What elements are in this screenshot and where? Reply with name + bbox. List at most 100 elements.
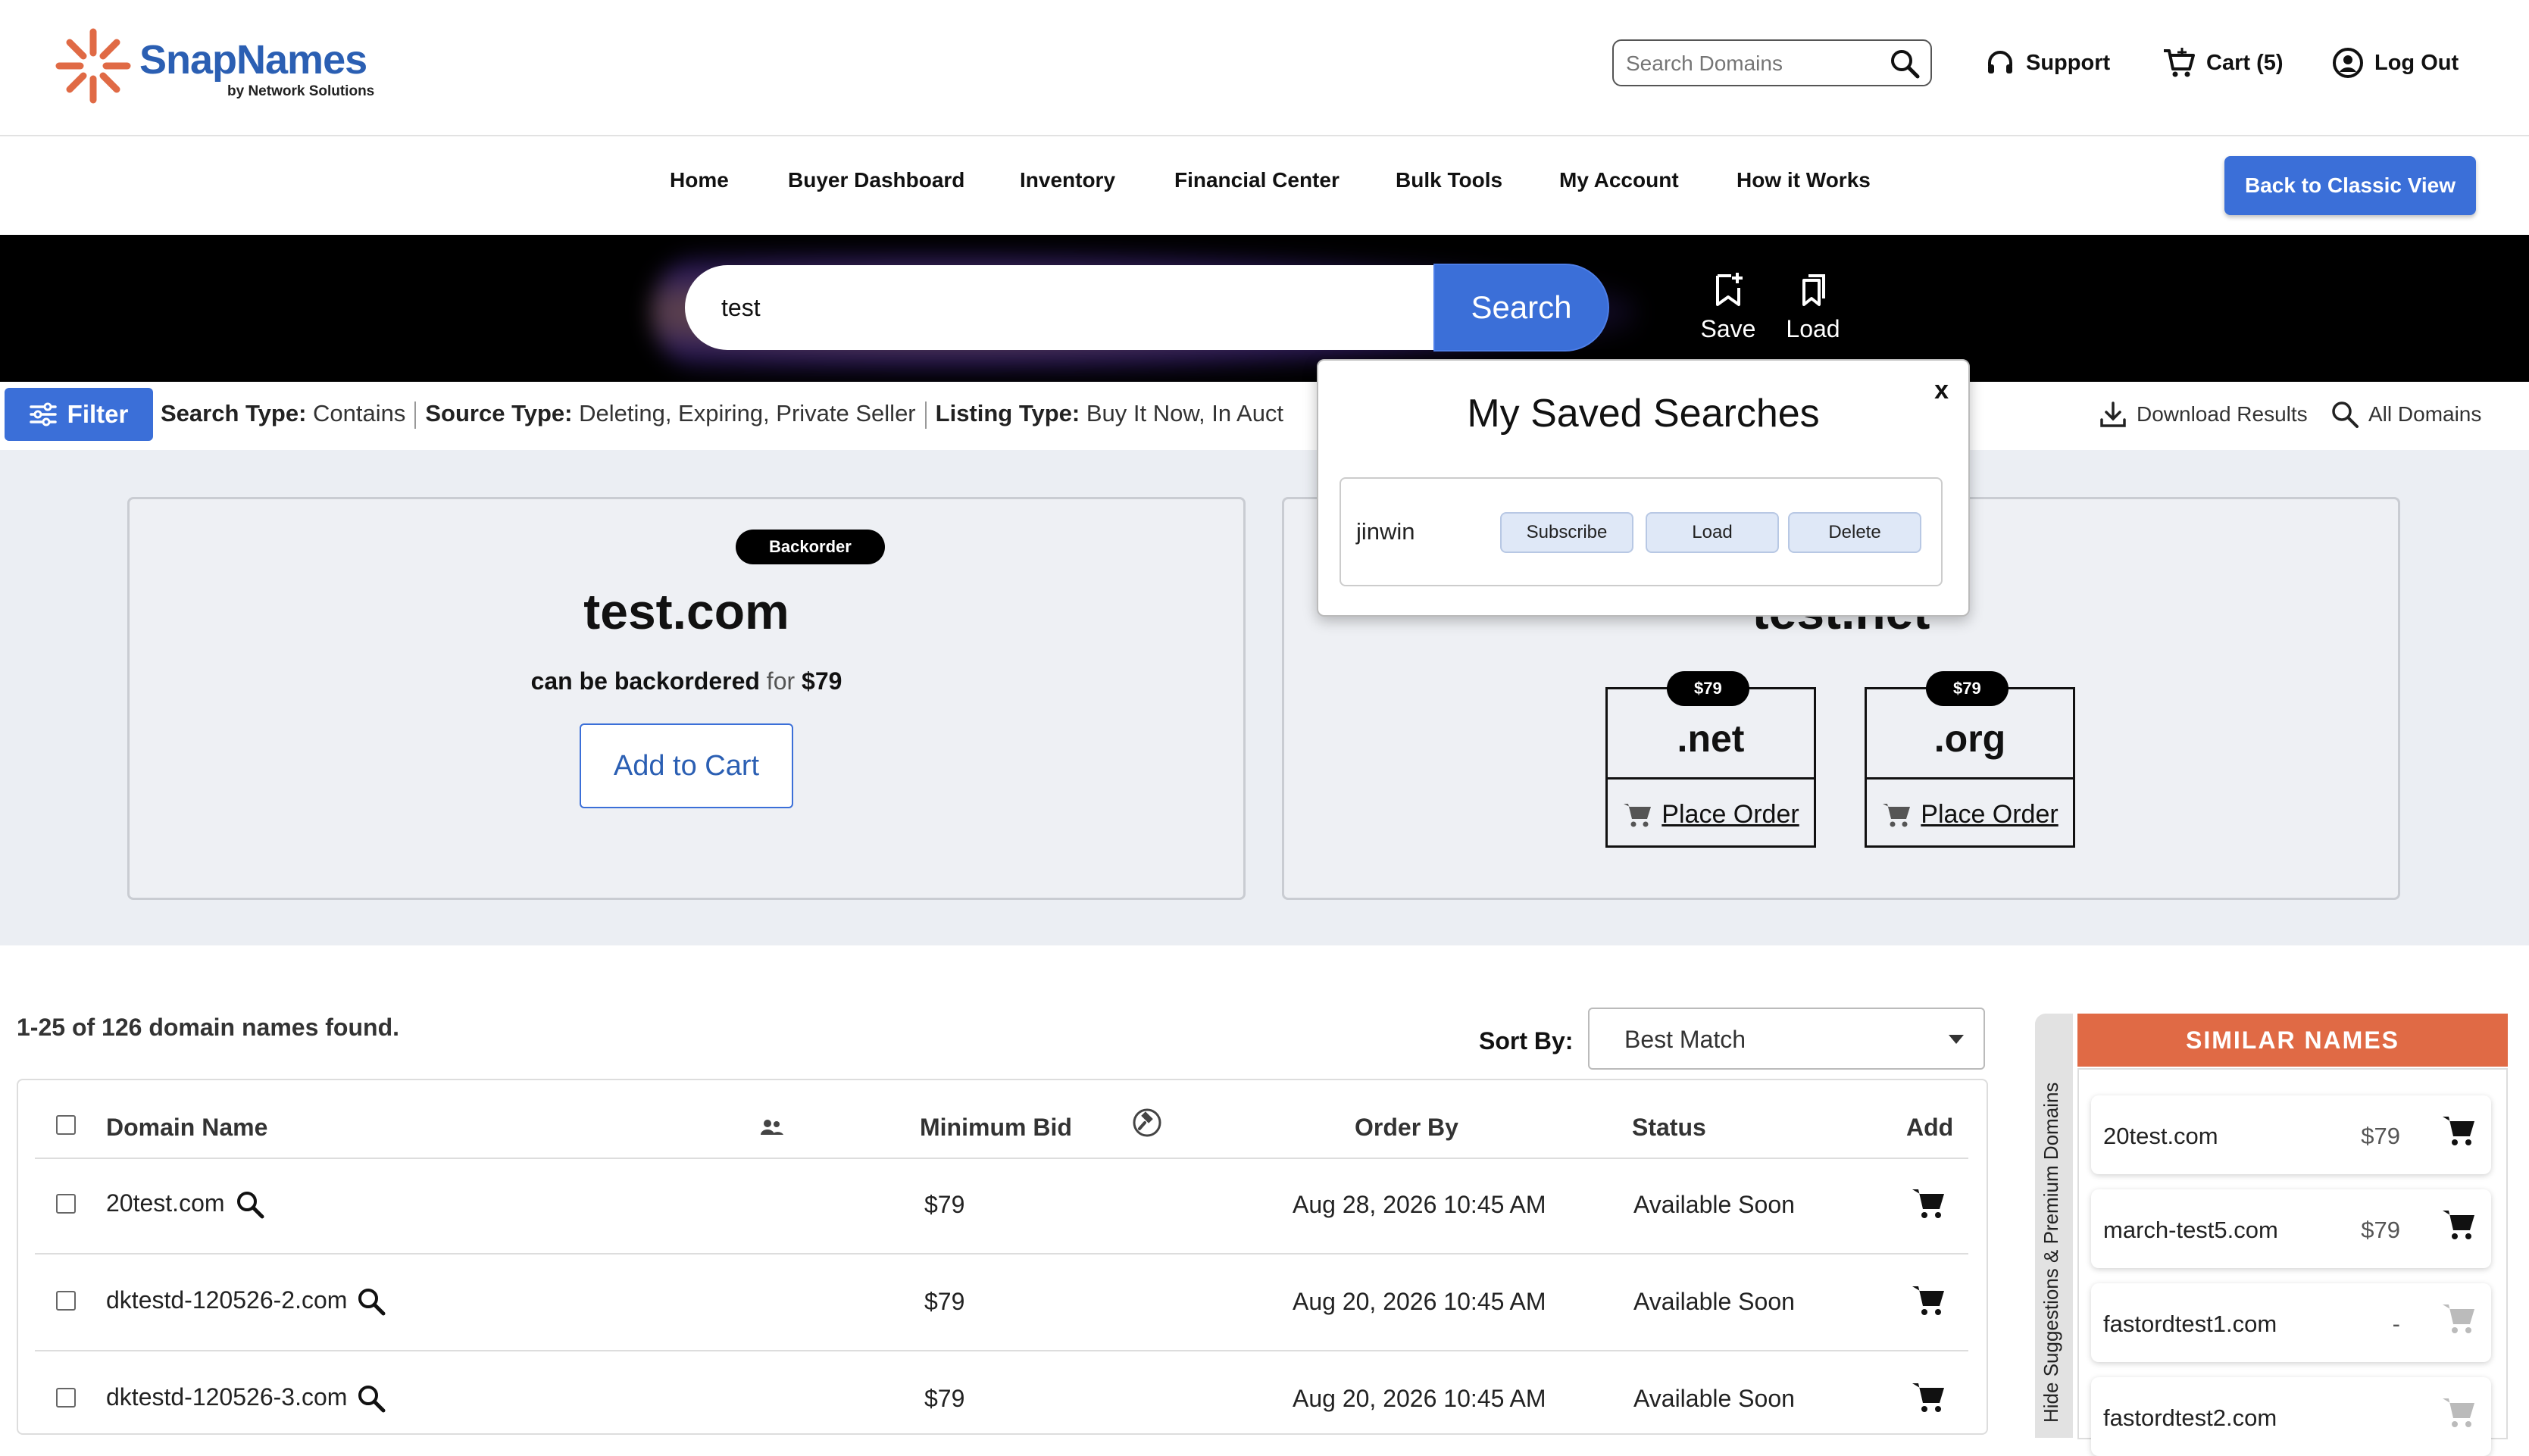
snapnames-logo[interactable]: SnapNames by Network Solutions bbox=[52, 24, 377, 108]
row-status: Available Soon bbox=[1633, 1385, 1795, 1412]
search-icon[interactable] bbox=[356, 1383, 386, 1414]
group-icon[interactable] bbox=[759, 1117, 785, 1139]
subscribe-button[interactable]: Subscribe bbox=[1500, 512, 1633, 553]
logout-link[interactable]: Log Out bbox=[2332, 44, 2459, 82]
row-domain[interactable]: dktestd-120526-2.com bbox=[106, 1286, 347, 1314]
tld-extension: .org bbox=[1933, 717, 2006, 760]
download-results-link[interactable]: Download Results bbox=[2099, 400, 2308, 429]
divider bbox=[414, 401, 417, 429]
select-all-checkbox[interactable] bbox=[56, 1115, 76, 1135]
close-popup-button[interactable]: x bbox=[1934, 376, 1949, 405]
place-order-button[interactable]: Place Order bbox=[1608, 777, 1814, 849]
popup-title: My Saved Searches bbox=[1467, 392, 1820, 436]
backorder-badge: Backorder bbox=[736, 530, 885, 564]
filter-button[interactable]: Filter bbox=[5, 388, 153, 441]
criteria-search-type-label: Search Type: bbox=[161, 400, 307, 426]
cart-label: Cart (5) bbox=[2206, 50, 2284, 75]
cart-icon[interactable] bbox=[2441, 1114, 2476, 1147]
hide-suggestions-label: Hide Suggestions & Premium Domains bbox=[2040, 1082, 2062, 1423]
nav-inventory[interactable]: Inventory bbox=[1020, 168, 1115, 192]
featured-backorder-card: Backorder test.com can be backordered fo… bbox=[127, 497, 1246, 900]
row-min-bid: $79 bbox=[924, 1385, 965, 1412]
load-search-button[interactable]: Load bbox=[1771, 271, 1855, 355]
bookmarks-icon bbox=[1802, 274, 1825, 306]
load-label: Load bbox=[1786, 315, 1840, 342]
save-search-button[interactable]: Save bbox=[1687, 271, 1770, 355]
results-table: Domain Name Minimum Bid Order By Status … bbox=[17, 1079, 1988, 1435]
hero-search-button[interactable]: Search bbox=[1433, 264, 1609, 352]
back-to-classic-view-button[interactable]: Back to Classic View bbox=[2224, 156, 2476, 215]
save-label: Save bbox=[1700, 315, 1756, 342]
add-to-cart-button[interactable]: Add to Cart bbox=[580, 723, 793, 808]
col-domain-name[interactable]: Domain Name bbox=[106, 1114, 267, 1142]
similar-name-item[interactable]: fastordtest1.com - bbox=[2091, 1283, 2491, 1362]
backorder-price: $79 bbox=[802, 667, 842, 695]
criteria-listing-type-label: Listing Type: bbox=[935, 400, 1080, 426]
tld-option-org: $79 .org Place Order bbox=[1865, 671, 2075, 849]
sort-select[interactable]: Best Match bbox=[1588, 1008, 1985, 1070]
search-icon[interactable] bbox=[235, 1189, 265, 1220]
row-checkbox[interactable] bbox=[56, 1388, 76, 1408]
similar-name-item[interactable]: march-test5.com $79 bbox=[2091, 1189, 2491, 1268]
main-nav: Home Buyer Dashboard Inventory Financial… bbox=[0, 136, 2529, 236]
row-order-by: Aug 20, 2026 10:45 AM bbox=[1293, 1385, 1546, 1412]
row-domain[interactable]: 20test.com bbox=[106, 1189, 225, 1217]
result-count: 1-25 of 126 domain names found. bbox=[17, 1014, 399, 1041]
domain-search-input[interactable] bbox=[1624, 45, 1885, 82]
nav-buyer-dashboard[interactable]: Buyer Dashboard bbox=[788, 168, 964, 192]
backorder-description: can be backordered for $79 bbox=[130, 667, 1243, 695]
nav-bulk-tools[interactable]: Bulk Tools bbox=[1396, 168, 1502, 192]
nav-how-it-works[interactable]: How it Works bbox=[1737, 168, 1871, 192]
cart-icon[interactable] bbox=[1911, 1380, 1946, 1414]
download-icon bbox=[2100, 401, 2126, 427]
sort-value: Best Match bbox=[1624, 1026, 1746, 1053]
support-link[interactable]: Support bbox=[1985, 44, 2110, 82]
cart-icon[interactable] bbox=[1911, 1186, 1946, 1220]
nav-home[interactable]: Home bbox=[670, 168, 729, 192]
col-status[interactable]: Status bbox=[1632, 1114, 1706, 1142]
similar-price: - bbox=[2392, 1311, 2400, 1337]
filter-label: Filter bbox=[67, 400, 129, 428]
cart-icon[interactable] bbox=[2441, 1208, 2476, 1241]
similar-name-item[interactable]: 20test.com $79 bbox=[2091, 1095, 2491, 1174]
nav-financial-center[interactable]: Financial Center bbox=[1174, 168, 1340, 192]
backorder-lead: can be backordered bbox=[530, 667, 760, 695]
search-icon[interactable] bbox=[1890, 48, 1920, 79]
cart-link[interactable]: Cart (5) bbox=[2162, 44, 2284, 82]
delete-saved-search-button[interactable]: Delete bbox=[1788, 512, 1921, 553]
search-icon[interactable] bbox=[356, 1286, 386, 1317]
divider bbox=[924, 401, 927, 429]
sliders-icon bbox=[29, 402, 57, 426]
cart-icon bbox=[1624, 804, 1652, 827]
cart-icon[interactable] bbox=[1911, 1283, 1946, 1317]
place-order-button[interactable]: Place Order bbox=[1867, 777, 2073, 849]
similar-name: 20test.com bbox=[2103, 1123, 2218, 1149]
support-label: Support bbox=[2026, 50, 2111, 75]
row-order-by: Aug 20, 2026 10:45 AM bbox=[1293, 1288, 1546, 1315]
col-minimum-bid[interactable]: Minimum Bid bbox=[920, 1114, 1072, 1142]
row-domain[interactable]: dktestd-120526-3.com bbox=[106, 1383, 347, 1411]
load-saved-search-button[interactable]: Load bbox=[1646, 512, 1779, 553]
top-header bbox=[0, 0, 2529, 136]
all-domains-link[interactable]: All Domains bbox=[2330, 400, 2481, 429]
search-criteria: Search Type: Contains Source Type: Deleti… bbox=[161, 400, 1320, 429]
bookmark-add-icon bbox=[1716, 273, 1743, 306]
gavel-icon[interactable] bbox=[1132, 1108, 1162, 1138]
hero-search-input[interactable]: test bbox=[685, 265, 1435, 350]
criteria-listing-type-value: Buy It Now, In Auct bbox=[1086, 400, 1284, 426]
criteria-source-type-value: Deleting, Expiring, Private Seller bbox=[579, 400, 916, 426]
nav-my-account[interactable]: My Account bbox=[1559, 168, 1679, 192]
logo-wordmark: SnapNames bbox=[139, 37, 367, 83]
featured-domain: test.com bbox=[583, 583, 789, 639]
place-order-label: Place Order bbox=[1921, 799, 2059, 829]
search-icon bbox=[2332, 401, 2359, 428]
similar-name-item[interactable]: fastordtest2.com bbox=[2091, 1377, 2491, 1456]
hide-suggestions-toggle[interactable]: Hide Suggestions & Premium Domains bbox=[2035, 1014, 2073, 1438]
similar-name: march-test5.com bbox=[2103, 1217, 2278, 1243]
row-checkbox[interactable] bbox=[56, 1291, 76, 1311]
col-order-by[interactable]: Order By bbox=[1355, 1114, 1458, 1142]
all-domains-label: All Domains bbox=[2368, 402, 2482, 426]
saved-searches-popup: My Saved Searches x jinwin Subscribe Loa… bbox=[1317, 359, 1970, 617]
similar-names-panel: 20test.com $79 march-test5.com $79 fasto… bbox=[2077, 1068, 2508, 1456]
row-checkbox[interactable] bbox=[56, 1194, 76, 1214]
